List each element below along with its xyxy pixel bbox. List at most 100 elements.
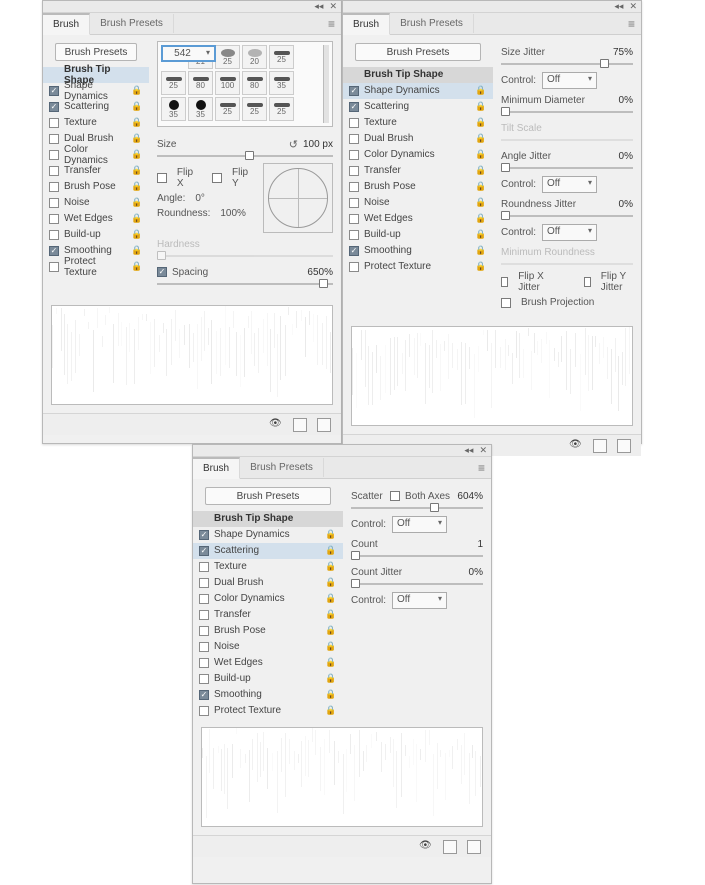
toggle-preview-icon[interactable]: 👁 (269, 418, 283, 432)
min-diameter-value[interactable]: 0% (619, 95, 633, 106)
flip-x-jitter-checkbox[interactable] (501, 277, 508, 287)
scatter-control-select[interactable]: Off (392, 516, 447, 533)
sidebar-item-build-up[interactable]: Build-up🔒 (193, 671, 343, 687)
lock-icon[interactable]: 🔒 (475, 245, 487, 256)
checkbox[interactable] (199, 562, 209, 572)
lock-icon[interactable]: 🔒 (325, 529, 337, 540)
size-jitter-slider[interactable] (501, 63, 633, 65)
brush-cell[interactable]: 25 (269, 45, 294, 69)
panel-menu-icon[interactable]: ≡ (628, 17, 635, 31)
collapse-icon[interactable]: ◂◂ (614, 1, 623, 12)
spacing-value[interactable]: 650% (307, 267, 333, 278)
checkbox[interactable] (199, 626, 209, 636)
sidebar-item-shape-dynamics[interactable]: Shape Dynamics🔒 (43, 83, 149, 99)
flip-y-jitter-checkbox[interactable] (584, 277, 591, 287)
lock-icon[interactable]: 🔒 (325, 689, 337, 700)
roundness-jitter-control-select[interactable]: Off (542, 224, 597, 241)
checkbox[interactable] (199, 642, 209, 652)
checkbox[interactable] (49, 102, 59, 112)
lock-icon[interactable]: 🔒 (475, 117, 487, 128)
checkbox[interactable] (349, 230, 359, 240)
checkbox[interactable] (349, 86, 359, 96)
checkbox[interactable] (349, 246, 359, 256)
checkbox[interactable] (199, 578, 209, 588)
checkbox[interactable] (349, 118, 359, 128)
checkbox[interactable] (349, 166, 359, 176)
lock-icon[interactable]: 🔒 (325, 561, 337, 572)
tab-brush-presets[interactable]: Brush Presets (390, 14, 474, 33)
sidebar-item-noise[interactable]: Noise🔒 (193, 639, 343, 655)
lock-icon[interactable]: 🔒 (325, 593, 337, 604)
sidebar-item-build-up[interactable]: Build-up🔒 (343, 227, 493, 243)
count-jitter-value[interactable]: 0% (469, 567, 483, 578)
lock-icon[interactable]: 🔒 (131, 197, 143, 208)
lock-icon[interactable]: 🔒 (131, 149, 143, 160)
sidebar-item-color-dynamics[interactable]: Color Dynamics🔒 (43, 147, 149, 163)
checkbox[interactable] (49, 198, 59, 208)
checkbox[interactable] (349, 102, 359, 112)
lock-icon[interactable]: 🔒 (325, 705, 337, 716)
close-icon[interactable]: ✕ (629, 1, 637, 12)
sidebar-item-brush-pose[interactable]: Brush Pose🔒 (193, 623, 343, 639)
checkbox[interactable] (49, 166, 59, 176)
toggle-preview-icon[interactable]: 👁 (419, 840, 433, 854)
panel-menu-icon[interactable]: ≡ (478, 461, 485, 475)
sidebar-item-texture[interactable]: Texture🔒 (193, 559, 343, 575)
brush-cell[interactable]: 100 (215, 71, 240, 95)
tab-brush-presets[interactable]: Brush Presets (90, 14, 174, 33)
checkbox[interactable] (199, 610, 209, 620)
lock-icon[interactable]: 🔒 (131, 101, 143, 112)
brush-presets-button[interactable]: Brush Presets (355, 43, 481, 61)
sidebar-item-texture[interactable]: Texture🔒 (43, 115, 149, 131)
sidebar-item-dual-brush[interactable]: Dual Brush🔒 (193, 575, 343, 591)
toggle-preview-icon[interactable]: 👁 (569, 439, 583, 453)
sidebar-item-transfer[interactable]: Transfer🔒 (193, 607, 343, 623)
sidebar-item-texture[interactable]: Texture🔒 (343, 115, 493, 131)
lock-icon[interactable]: 🔒 (475, 229, 487, 240)
close-icon[interactable]: ✕ (479, 445, 487, 456)
brush-cell[interactable]: 80 (242, 71, 267, 95)
sidebar-item-noise[interactable]: Noise🔒 (343, 195, 493, 211)
sidebar-item-brush-pose[interactable]: Brush Pose🔒 (343, 179, 493, 195)
checkbox[interactable] (49, 118, 59, 128)
collapse-icon[interactable]: ◂◂ (314, 1, 323, 12)
checkbox[interactable] (199, 594, 209, 604)
brush-presets-button[interactable]: Brush Presets (55, 43, 137, 61)
spacing-checkbox[interactable] (157, 267, 167, 277)
lock-icon[interactable]: 🔒 (131, 85, 143, 96)
brush-cell[interactable]: 80 (188, 71, 213, 95)
checkbox[interactable] (199, 658, 209, 668)
new-preset-icon[interactable] (443, 840, 457, 854)
size-slider[interactable] (157, 155, 333, 157)
size-value[interactable]: 100 px (303, 139, 333, 150)
lock-icon[interactable]: 🔒 (325, 609, 337, 620)
sidebar-item-color-dynamics[interactable]: Color Dynamics🔒 (193, 591, 343, 607)
scatter-value[interactable]: 604% (457, 491, 483, 502)
sidebar-item-color-dynamics[interactable]: Color Dynamics🔒 (343, 147, 493, 163)
collapse-icon[interactable]: ◂◂ (464, 445, 473, 456)
lock-icon[interactable]: 🔒 (131, 181, 143, 192)
brush-cell[interactable]: 542 (161, 45, 216, 62)
roundness-value[interactable]: 100% (220, 208, 246, 219)
sidebar-item-scattering[interactable]: Scattering🔒 (193, 543, 343, 559)
sidebar-item-transfer[interactable]: Transfer🔒 (43, 163, 149, 179)
tab-brush-presets[interactable]: Brush Presets (240, 458, 324, 477)
count-jitter-slider[interactable] (351, 583, 483, 585)
checkbox[interactable] (349, 134, 359, 144)
lock-icon[interactable]: 🔒 (475, 213, 487, 224)
brush-cell[interactable]: 20 (242, 45, 267, 69)
checkbox[interactable] (349, 214, 359, 224)
lock-icon[interactable]: 🔒 (475, 181, 487, 192)
sidebar-item-protect-texture[interactable]: Protect Texture🔒 (43, 259, 149, 275)
lock-icon[interactable]: 🔒 (131, 261, 143, 272)
panel-menu-icon[interactable]: ≡ (328, 17, 335, 31)
new-preset-icon[interactable] (293, 418, 307, 432)
lock-icon[interactable]: 🔒 (475, 165, 487, 176)
scatter-slider[interactable] (351, 507, 483, 509)
both-axes-checkbox[interactable] (390, 491, 400, 501)
lock-icon[interactable]: 🔒 (325, 545, 337, 556)
checkbox[interactable] (349, 150, 359, 160)
sidebar-item-noise[interactable]: Noise🔒 (43, 195, 149, 211)
sidebar-item-smoothing[interactable]: Smoothing🔒 (193, 687, 343, 703)
count-jitter-control-select[interactable]: Off (392, 592, 447, 609)
